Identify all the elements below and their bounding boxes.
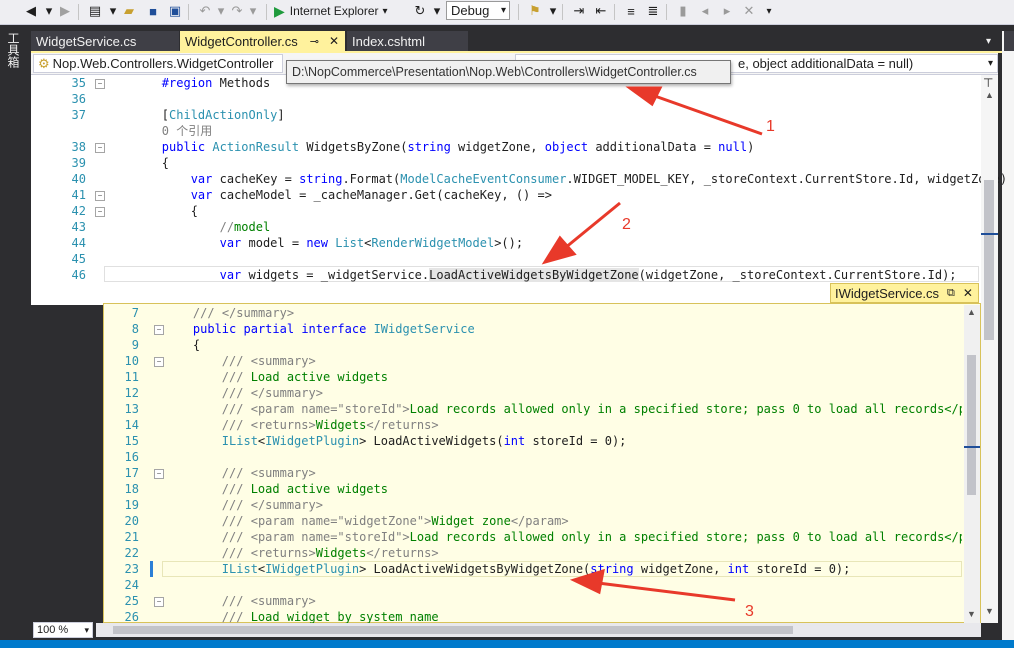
- arrow-1-line: [651, 93, 763, 136]
- arrow-2-head: [541, 235, 577, 265]
- arrow-1-head: [625, 86, 663, 107]
- annotation-label-2: 2: [622, 216, 631, 233]
- arrow-2-line: [564, 201, 621, 250]
- annotation-label-3: 3: [745, 603, 754, 620]
- annotation-label-1: 1: [766, 118, 775, 135]
- annotation-arrows: [541, 86, 763, 602]
- arrow-3-line: [597, 581, 736, 602]
- arrow-3-head: [569, 568, 605, 595]
